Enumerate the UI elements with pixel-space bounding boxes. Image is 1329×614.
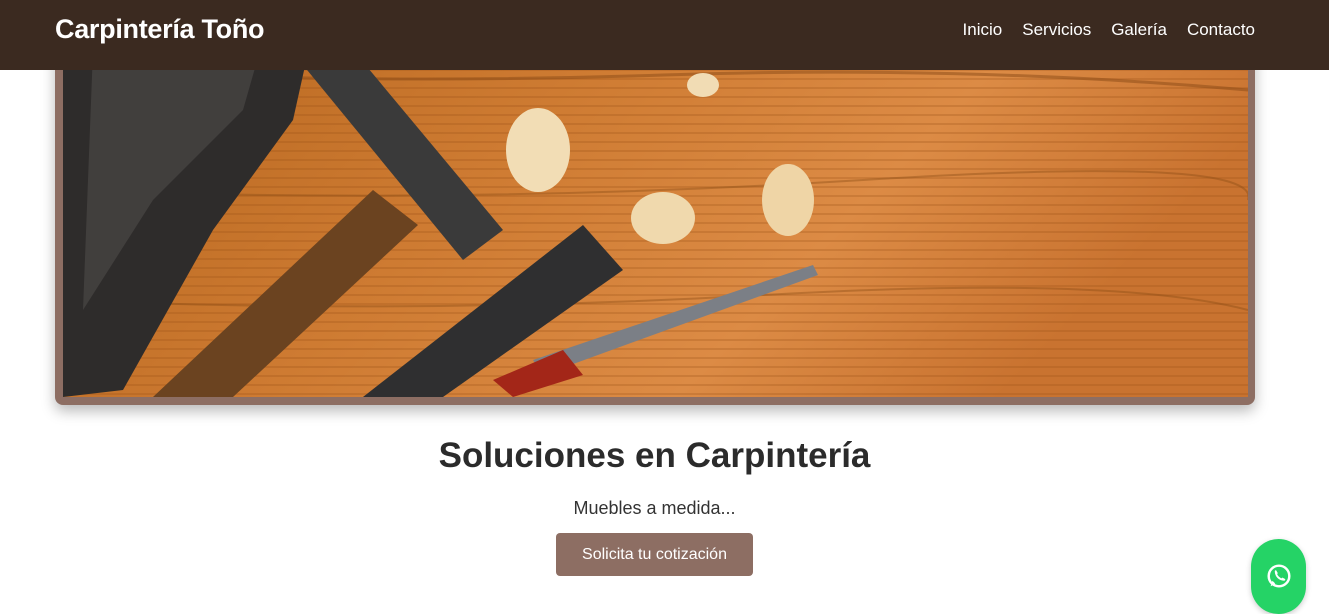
request-quote-button[interactable]: Solicita tu cotización bbox=[556, 533, 753, 576]
navbar: Carpintería Toño Inicio Servicios Galerí… bbox=[0, 0, 1329, 70]
nav-links: Inicio Servicios Galería Contacto bbox=[963, 20, 1255, 40]
hero-image-frame bbox=[55, 30, 1255, 405]
brand-logo-link[interactable]: Carpintería Toño bbox=[55, 14, 265, 45]
hero-image bbox=[63, 30, 1248, 397]
nav-link-galeria[interactable]: Galería bbox=[1111, 20, 1167, 40]
nav-link-contacto[interactable]: Contacto bbox=[1187, 20, 1255, 40]
whatsapp-icon bbox=[1266, 564, 1291, 588]
nav-link-inicio[interactable]: Inicio bbox=[963, 20, 1003, 40]
hero-title: Soluciones en Carpintería bbox=[438, 436, 871, 475]
nav-link-servicios[interactable]: Servicios bbox=[1022, 20, 1091, 40]
carpentry-tools-image bbox=[63, 30, 1248, 397]
whatsapp-button[interactable] bbox=[1251, 539, 1306, 614]
hero-subtitle: Muebles a medida... bbox=[573, 498, 736, 518]
